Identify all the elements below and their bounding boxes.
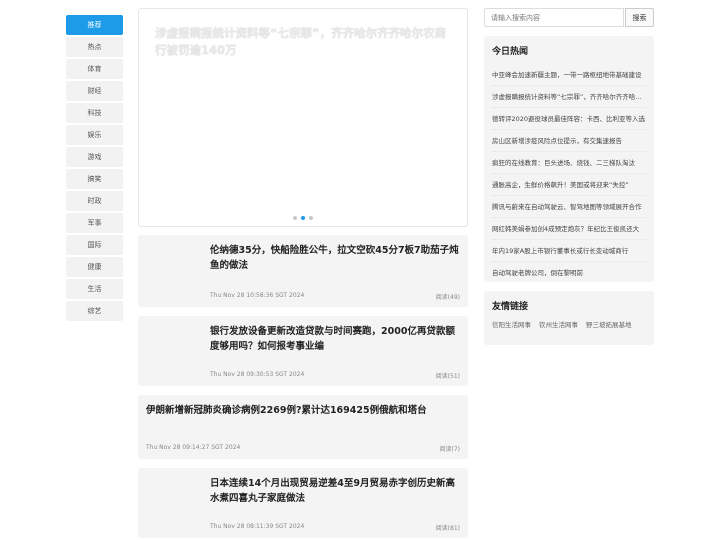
carousel-indicators xyxy=(139,216,467,220)
hot-news-item[interactable]: 年内19家A股上市银行董事长或行长变动城商行 xyxy=(492,240,646,262)
friend-links-panel: 友情链接 信阳生活网事 钦州生活网事 野三坡拓展基地 xyxy=(484,291,654,345)
nav-item[interactable]: 体育 xyxy=(66,59,123,79)
article-title[interactable]: 伊朗新增新冠肺炎确诊病例2269例?累计达169425例俄航和塔台 xyxy=(138,395,468,418)
friend-links-list: 信阳生活网事 钦州生活网事 野三坡拓展基地 xyxy=(492,319,646,329)
hot-news-item[interactable]: 腾讯与蔚来在自动驾驶云、智驾地图等领域展开合作 xyxy=(492,196,646,218)
hot-news-list: 中亚峰会加速新疆主题，一带一路枢纽地带基础建设 涉虚报瞒报统计资料等“七宗罪”，齐… xyxy=(492,64,646,284)
hot-news-item[interactable]: 通胀高企，生鲜价格飙升！美国或将迎来“失控” xyxy=(492,174,646,196)
article-reads: 阅读(49) xyxy=(435,294,460,301)
hot-news-item[interactable]: 房山区新增涉疫风险点位提示，有交集速报告 xyxy=(492,130,646,152)
article-meta: Thu Nov 28 08:11:39 SGT 2024 阅读(81) xyxy=(210,523,460,532)
hot-news-item[interactable]: 疯狂的在线教育：巨头进场、烧钱、二三梯队淘汰 xyxy=(492,152,646,174)
article-meta: Thu Nov 28 09:30:53 SGT 2024 阅读(51) xyxy=(210,371,460,380)
carousel-headline[interactable]: 涉虚报瞒报统计资料等“七宗罪”，齐齐哈尔齐齐哈尔农商行被罚逾140万 xyxy=(155,25,449,59)
article-title[interactable]: 银行发放设备更新改造贷款与时间赛跑，2000亿再贷款额度够用吗？如何报考事业编 xyxy=(210,316,468,354)
hot-news-item[interactable]: 中亚峰会加速新疆主题，一带一路枢纽地带基础建设 xyxy=(492,64,646,86)
search-input[interactable] xyxy=(484,8,624,27)
nav-item[interactable]: 搞笑 xyxy=(66,169,123,189)
article-meta: Thu Nov 28 10:58:36 SGT 2024 阅读(49) xyxy=(210,292,460,301)
headline-carousel[interactable]: 涉虚报瞒报统计资料等“七宗罪”，齐齐哈尔齐齐哈尔农商行被罚逾140万 xyxy=(138,8,468,227)
article-card[interactable]: 伊朗新增新冠肺炎确诊病例2269例?累计达169425例俄航和塔台 Thu Nov… xyxy=(138,395,468,459)
friend-link[interactable]: 野三坡拓展基地 xyxy=(586,319,632,329)
article-time: Thu Nov 28 10:58:36 SGT 2024 xyxy=(210,292,305,299)
nav-item[interactable]: 综艺 xyxy=(66,301,123,321)
friend-links-title: 友情链接 xyxy=(492,302,529,312)
article-card[interactable]: 银行发放设备更新改造贷款与时间赛跑，2000亿再贷款额度够用吗？如何报考事业编 T… xyxy=(138,316,468,386)
category-nav: 推荐 热点 体育 财经 科技 娱乐 游戏 搞笑 时政 军事 国际 健康 生活 综艺 xyxy=(66,15,123,323)
nav-item[interactable]: 科技 xyxy=(66,103,123,123)
nav-item[interactable]: 推荐 xyxy=(66,15,123,35)
nav-item[interactable]: 财经 xyxy=(66,81,123,101)
nav-item[interactable]: 生活 xyxy=(66,279,123,299)
article-time: Thu Nov 28 09:30:53 SGT 2024 xyxy=(210,371,305,378)
article-reads: 阅读(51) xyxy=(435,373,460,380)
article-title[interactable]: 日本连续14个月出现贸易逆差4至9月贸易赤字创历史新高水煮四喜丸子家庭做法 xyxy=(210,468,468,506)
hot-news-item[interactable]: 涉虚报瞒报统计资料等“七宗罪”，齐齐哈尔齐齐哈尔农商行 xyxy=(492,86,646,108)
search-bar: 搜索 xyxy=(484,8,654,27)
carousel-dot[interactable] xyxy=(309,216,313,220)
article-card[interactable]: 伦纳德35分，快船险胜公牛，拉文空砍45分7板7助茄子炖鱼的做法 Thu Nov … xyxy=(138,235,468,307)
nav-item[interactable]: 国际 xyxy=(66,235,123,255)
friend-link[interactable]: 钦州生活网事 xyxy=(539,319,578,329)
hot-news-title: 今日热闻 xyxy=(492,47,529,57)
nav-item[interactable]: 游戏 xyxy=(66,147,123,167)
article-reads: 阅读(7) xyxy=(439,446,461,453)
article-card[interactable]: 日本连续14个月出现贸易逆差4至9月贸易赤字创历史新高水煮四喜丸子家庭做法 Thu… xyxy=(138,468,468,538)
article-title[interactable]: 伦纳德35分，快船险胜公牛，拉文空砍45分7板7助茄子炖鱼的做法 xyxy=(210,235,468,273)
article-reads: 阅读(81) xyxy=(435,525,460,532)
nav-item[interactable]: 热点 xyxy=(66,37,123,57)
friend-link[interactable]: 信阳生活网事 xyxy=(492,319,531,329)
article-time: Thu Nov 28 09:14:27 SGT 2024 xyxy=(146,444,241,451)
article-list: 伦纳德35分，快船险胜公牛，拉文空砍45分7板7助茄子炖鱼的做法 Thu Nov … xyxy=(138,235,468,538)
search-button[interactable]: 搜索 xyxy=(625,8,654,27)
hot-news-panel: 今日热闻 中亚峰会加速新疆主题，一带一路枢纽地带基础建设 涉虚报瞒报统计资料等“七… xyxy=(484,36,654,282)
hot-news-item[interactable]: 网红韩美娟参加创4成预定炮灰？年纪比王俊凯还大 xyxy=(492,218,646,240)
nav-item[interactable]: 娱乐 xyxy=(66,125,123,145)
carousel-dot[interactable] xyxy=(293,216,297,220)
main-column: 涉虚报瞒报统计资料等“七宗罪”，齐齐哈尔齐齐哈尔农商行被罚逾140万 伦纳德35… xyxy=(138,8,468,538)
nav-item[interactable]: 军事 xyxy=(66,213,123,233)
hot-news-item[interactable]: 自动驾驶老牌公司，倒在黎明前 xyxy=(492,262,646,284)
hot-news-item[interactable]: 德转评2020避役球员最佳阵容：卡西、比利亚等入选 xyxy=(492,108,646,130)
carousel-dot[interactable] xyxy=(301,216,305,220)
nav-item[interactable]: 健康 xyxy=(66,257,123,277)
nav-item[interactable]: 时政 xyxy=(66,191,123,211)
article-meta: Thu Nov 28 09:14:27 SGT 2024 阅读(7) xyxy=(146,444,460,453)
right-column: 搜索 今日热闻 中亚峰会加速新疆主题，一带一路枢纽地带基础建设涉虚报瞒报统计资料… xyxy=(484,8,654,345)
article-time: Thu Nov 28 08:11:39 SGT 2024 xyxy=(210,523,305,530)
